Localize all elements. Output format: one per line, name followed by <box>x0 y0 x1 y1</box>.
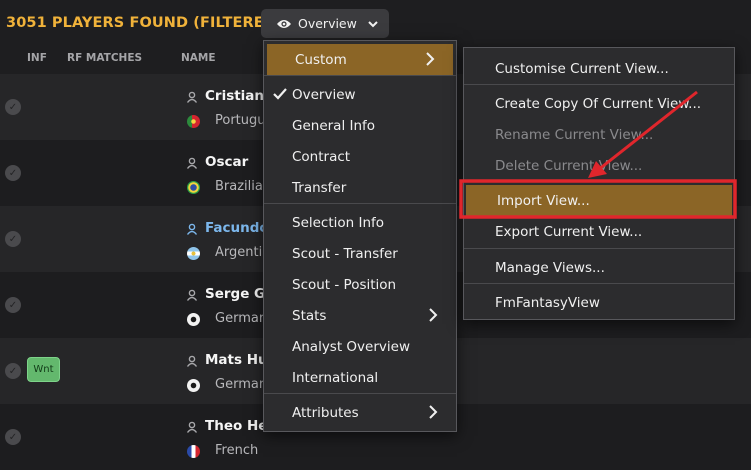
view-dropdown-menu: Custom Overview General Info Contract Transf… <box>263 40 457 432</box>
select-check-icon[interactable]: ✓ <box>5 99 21 115</box>
view-menu-item-label: Scout - Transfer <box>292 245 398 262</box>
menu-separator <box>264 393 456 394</box>
person-icon <box>186 355 198 367</box>
person-icon <box>186 157 198 169</box>
player-nationality: Argenti <box>215 245 263 260</box>
view-menu-item-label: Contract <box>292 148 351 165</box>
top-bar: 3051 PLAYERS FOUND (FILTERED) Overview <box>0 0 751 44</box>
person-icon <box>186 223 198 235</box>
select-check-icon[interactable]: ✓ <box>5 429 21 445</box>
wanted-badge: Wnt <box>27 357 60 382</box>
page-title: 3051 PLAYERS FOUND (FILTERED) <box>6 15 283 31</box>
player-name[interactable]: Facundo <box>205 220 269 236</box>
custom-menu-item-label: Customise Current View... <box>495 60 669 77</box>
select-check-icon[interactable]: ✓ <box>5 297 21 313</box>
custom-menu-item-label: Rename Current View... <box>495 126 654 143</box>
custom-menu-item-label: Import View... <box>497 192 590 209</box>
menu-separator <box>264 75 456 76</box>
view-menu-item-selection-info[interactable]: Selection Info <box>264 207 456 238</box>
player-name[interactable]: Oscar <box>205 154 248 170</box>
custom-menu-item-label: Delete Current View... <box>495 157 643 174</box>
view-selector-label: Overview <box>298 16 357 31</box>
custom-menu-item-fmfantasyview[interactable]: FmFantasyView <box>464 287 734 318</box>
menu-separator <box>464 181 734 182</box>
view-menu-item-international[interactable]: International <box>264 362 456 393</box>
player-nationality: Brazilia <box>215 179 263 194</box>
chevron-down-icon <box>368 20 378 27</box>
player-nationality: Portugu <box>215 113 266 128</box>
menu-separator <box>464 283 734 284</box>
custom-menu-item-delete-current-view: Delete Current View... <box>464 150 734 181</box>
chevron-right-icon <box>429 405 438 419</box>
custom-menu-item-create-copy-of-current-view[interactable]: Create Copy Of Current View... <box>464 88 734 119</box>
view-menu-item-scout-transfer[interactable]: Scout - Transfer <box>264 238 456 269</box>
player-name[interactable]: Serge Gr <box>205 286 272 302</box>
custom-submenu: Customise Current View... Create Copy Of … <box>463 47 735 320</box>
check-icon <box>273 88 287 100</box>
view-menu-item-label: Overview <box>292 86 356 103</box>
eye-icon <box>277 19 291 28</box>
portugal-flag-icon <box>187 115 200 128</box>
select-check-icon[interactable]: ✓ <box>5 231 21 247</box>
menu-separator <box>464 248 734 249</box>
view-menu-item-analyst-overview[interactable]: Analyst Overview <box>264 331 456 362</box>
argentina-flag-icon <box>187 247 200 260</box>
view-menu-item-label: Stats <box>292 307 327 324</box>
germany-flag-icon <box>187 379 200 392</box>
player-nationality: Germar <box>215 311 265 326</box>
custom-menu-item-label: Export Current View... <box>495 223 643 240</box>
view-menu-item-label: International <box>292 369 379 386</box>
brazil-flag-icon <box>187 181 200 194</box>
custom-menu-item-label: Create Copy Of Current View... <box>495 95 702 112</box>
player-nationality: French <box>215 443 259 458</box>
view-menu-item-contract[interactable]: Contract <box>264 141 456 172</box>
custom-menu-item-label: FmFantasyView <box>495 294 600 311</box>
column-header-rf-matches[interactable]: RF MATCHES <box>67 52 142 64</box>
person-icon <box>186 421 198 433</box>
menu-separator <box>264 203 456 204</box>
view-menu-item-label: Custom <box>295 51 347 68</box>
germany-flag-icon <box>187 313 200 326</box>
custom-menu-item-manage-views[interactable]: Manage Views... <box>464 252 734 283</box>
view-selector-button[interactable]: Overview <box>261 9 389 38</box>
view-menu-item-label: Selection Info <box>292 214 385 231</box>
view-menu-item-label: Transfer <box>292 179 347 196</box>
custom-menu-item-label: Manage Views... <box>495 259 605 276</box>
view-menu-item-general-info[interactable]: General Info <box>264 110 456 141</box>
custom-menu-item-import-view[interactable]: Import View... <box>466 185 732 216</box>
custom-menu-item-export-current-view[interactable]: Export Current View... <box>464 216 734 247</box>
column-header-inf[interactable]: INF <box>27 52 47 64</box>
view-menu-item-overview[interactable]: Overview <box>264 79 456 110</box>
view-menu-item-label: Analyst Overview <box>292 338 410 355</box>
chevron-right-icon <box>426 52 435 66</box>
custom-menu-item-rename-current-view: Rename Current View... <box>464 119 734 150</box>
column-header-name[interactable]: NAME <box>181 52 216 64</box>
chevron-right-icon <box>429 308 438 322</box>
select-check-icon[interactable]: ✓ <box>5 165 21 181</box>
custom-menu-item-customise-current-view[interactable]: Customise Current View... <box>464 53 734 84</box>
view-menu-item-scout-position[interactable]: Scout - Position <box>264 269 456 300</box>
view-menu-item-transfer[interactable]: Transfer <box>264 172 456 203</box>
view-menu-item-stats[interactable]: Stats <box>264 300 456 331</box>
select-check-icon[interactable]: ✓ <box>5 363 21 379</box>
view-menu-item-label: Scout - Position <box>292 276 397 293</box>
person-icon <box>186 91 198 103</box>
view-menu-item-label: Attributes <box>292 404 359 421</box>
view-menu-item-label: General Info <box>292 117 376 134</box>
player-name[interactable]: Mats Hu <box>205 352 268 368</box>
person-icon <box>186 289 198 301</box>
menu-separator <box>464 84 734 85</box>
player-nationality: Germar <box>215 377 265 392</box>
view-menu-item-custom[interactable]: Custom <box>267 44 453 75</box>
view-menu-item-attributes[interactable]: Attributes <box>264 397 456 428</box>
